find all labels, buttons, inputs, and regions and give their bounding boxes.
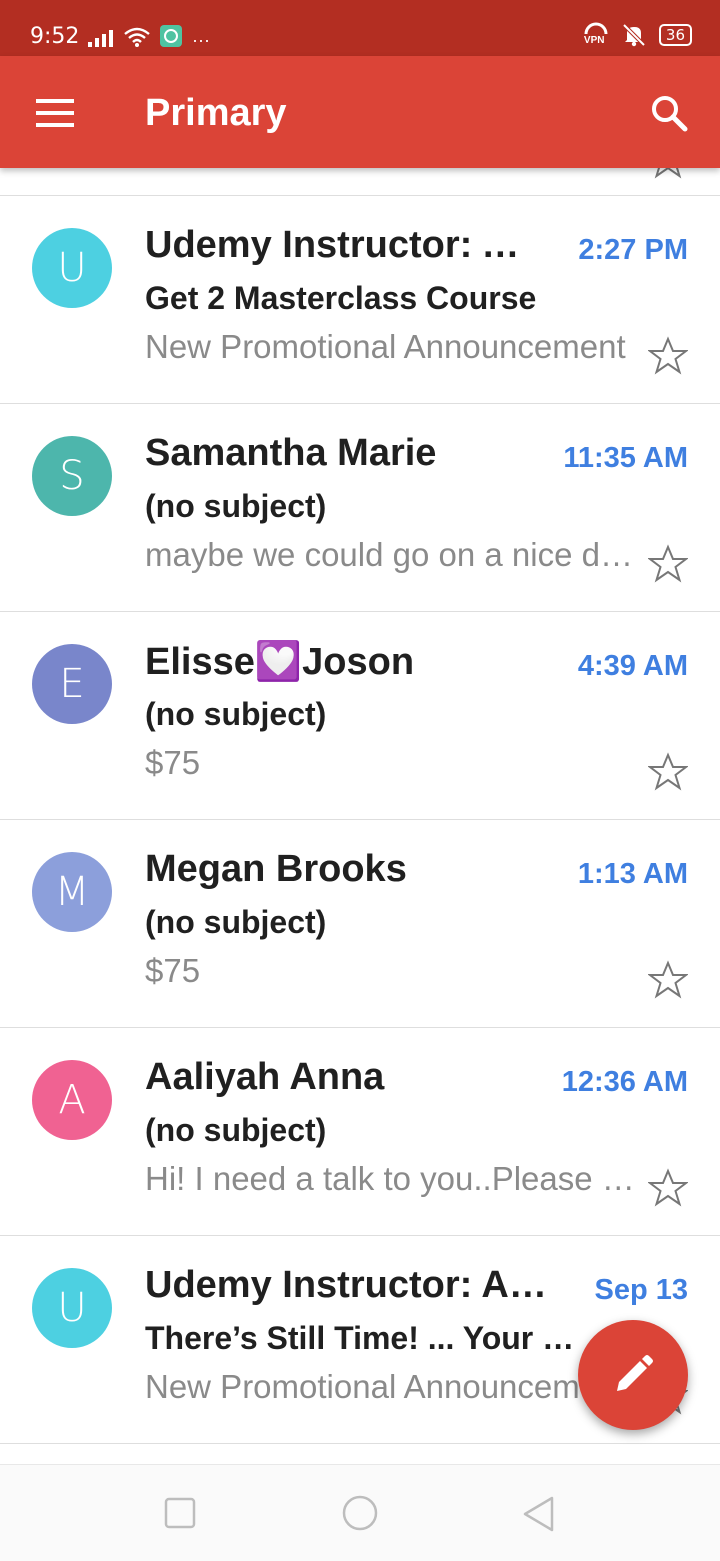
email-list: U Udemy Instructor: Amar Khan 2:27 PM Ge…	[0, 168, 720, 1444]
email-sender: Samantha Marie	[145, 432, 437, 474]
battery-icon: 36	[658, 24, 692, 46]
system-navigation-bar	[0, 1464, 720, 1561]
menu-button[interactable]	[36, 98, 76, 128]
star-icon[interactable]	[648, 1168, 688, 1208]
pencil-icon	[617, 1355, 653, 1391]
email-time: 4:39 AM	[577, 650, 688, 682]
mute-icon	[622, 23, 646, 47]
search-icon	[652, 96, 688, 132]
avatar: E	[32, 644, 112, 724]
avatar: U	[32, 1268, 112, 1348]
email-subject: There’s Still Time! ... Your Course	[145, 1320, 595, 1356]
avatar: S	[32, 436, 112, 516]
vpn-label: VPN	[583, 35, 605, 46]
avatar: U	[32, 228, 112, 308]
back-button[interactable]	[520, 1495, 560, 1535]
email-row[interactable]: E Elisse💟Joson 4:39 AM (no subject) $75	[0, 612, 720, 820]
email-snippet: $75	[145, 952, 201, 989]
search-button[interactable]	[650, 94, 690, 134]
app-notification-icon	[160, 25, 182, 47]
recents-button[interactable]	[162, 1495, 202, 1535]
email-time: 2:27 PM	[578, 234, 688, 266]
back-triangle-icon	[523, 1496, 554, 1532]
status-bar: 9:52 ··· VPN 36	[0, 0, 720, 56]
vpn-icon: VPN	[583, 22, 609, 48]
compose-button[interactable]	[578, 1320, 688, 1430]
email-subject: (no subject)	[145, 488, 327, 524]
email-snippet: Hi! I need a talk to you..Please reply	[145, 1160, 635, 1197]
hamburger-menu-icon	[36, 99, 74, 127]
more-notifications-icon: ···	[192, 30, 210, 50]
app-bar: Primary	[0, 56, 720, 168]
square-icon	[164, 1497, 196, 1529]
email-sender: Udemy Instructor: Amar Khan	[145, 1264, 565, 1306]
star-icon[interactable]	[648, 168, 688, 180]
email-subject: (no subject)	[145, 904, 327, 940]
email-time: Sep 13	[594, 1274, 689, 1306]
star-icon[interactable]	[648, 960, 688, 1000]
email-sender: Elisse💟Joson	[145, 641, 415, 683]
email-time: 11:35 AM	[563, 442, 688, 474]
email-sender: Megan Brooks	[145, 848, 407, 890]
email-row[interactable]: A Aaliyah Anna 12:36 AM (no subject) Hi!…	[0, 1028, 720, 1236]
email-sender: Aaliyah Anna	[145, 1056, 385, 1098]
status-icons-right: VPN 36	[583, 22, 692, 48]
email-sender: Udemy Instructor: Amar Khan	[145, 224, 535, 266]
signal-icon	[88, 30, 113, 47]
status-icons-left: ···	[88, 25, 210, 50]
email-snippet: $75	[145, 744, 201, 781]
email-row[interactable]: S Samantha Marie 11:35 AM (no subject) m…	[0, 404, 720, 612]
star-icon[interactable]	[648, 752, 688, 792]
avatar: M	[32, 852, 112, 932]
email-snippet: New Promotional Announcement	[145, 328, 626, 365]
email-row[interactable]: U Udemy Instructor: Amar Khan 2:27 PM Ge…	[0, 196, 720, 404]
email-subject: (no subject)	[145, 696, 327, 732]
circle-icon	[342, 1495, 378, 1531]
email-time: 1:13 AM	[577, 858, 688, 890]
status-time: 9:52	[30, 24, 80, 49]
email-snippet: maybe we could go on a nice date	[145, 536, 635, 573]
email-subject: (no subject)	[145, 1112, 327, 1148]
home-button[interactable]	[340, 1495, 380, 1535]
avatar: A	[32, 1060, 112, 1140]
star-icon[interactable]	[648, 336, 688, 376]
email-snippet: New Promotional Announcement	[145, 1368, 626, 1405]
email-time: 12:36 AM	[561, 1066, 688, 1098]
wifi-icon	[124, 27, 150, 47]
star-icon[interactable]	[648, 544, 688, 584]
email-subject: Get 2 Masterclass Course	[145, 280, 537, 316]
email-row[interactable]: M Megan Brooks 1:13 AM (no subject) $75	[0, 820, 720, 1028]
page-title: Primary	[145, 92, 287, 134]
email-row-partial[interactable]	[0, 168, 720, 196]
